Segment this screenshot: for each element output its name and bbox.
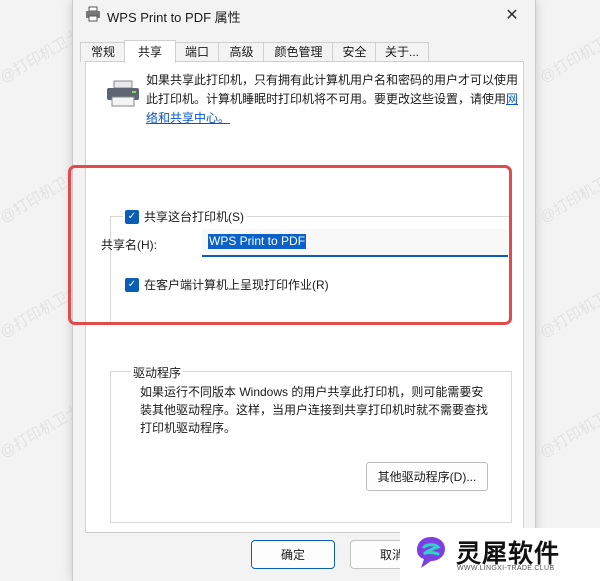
window-title: WPS Print to PDF 属性 xyxy=(107,10,241,25)
printer-icon xyxy=(107,80,139,107)
sharing-description-text: 如果共享此打印机，只有拥有此计算机用户名和密码的用户才可以使用此打印机。计算机睡… xyxy=(146,73,519,106)
title-bar: WPS Print to PDF 属性 ✕ xyxy=(73,0,535,30)
sharing-description: 如果共享此打印机，只有拥有此计算机用户名和密码的用户才可以使用此打印机。计算机睡… xyxy=(146,71,521,128)
additional-drivers-button[interactable]: 其他驱动程序(D)... xyxy=(366,462,488,491)
ok-button[interactable]: 确定 xyxy=(251,540,335,569)
watermark: @打印机卫士 xyxy=(537,281,600,342)
drivers-description: 如果运行不同版本 Windows 的用户共享此打印机，则可能需要安装其他驱动程序… xyxy=(140,385,489,435)
watermark: @打印机卫士 xyxy=(537,166,600,227)
tab-security[interactable]: 安全 xyxy=(332,42,377,62)
tab-advanced[interactable]: 高级 xyxy=(218,42,265,62)
drivers-group-title: 驱动程序 xyxy=(131,364,184,381)
brand-url: WWW.LINGXI-TRADE.CLUB xyxy=(457,565,555,572)
highlight-box xyxy=(68,165,512,325)
brand-logo-icon xyxy=(417,537,445,568)
tab-general[interactable]: 常规 xyxy=(80,42,126,62)
brand-watermark: 灵犀软件 WWW.LINGXI-TRADE.CLUB xyxy=(400,528,600,581)
printer-icon xyxy=(86,6,100,22)
tab-sharing[interactable]: 共享 xyxy=(124,40,176,63)
tab-about[interactable]: 关于... xyxy=(375,42,429,62)
watermark: @打印机卫士 xyxy=(537,26,600,87)
close-button[interactable]: ✕ xyxy=(489,0,535,30)
watermark: @打印机卫士 xyxy=(537,401,600,462)
tab-ports[interactable]: 端口 xyxy=(174,42,220,62)
tab-color-management[interactable]: 颜色管理 xyxy=(263,42,334,62)
